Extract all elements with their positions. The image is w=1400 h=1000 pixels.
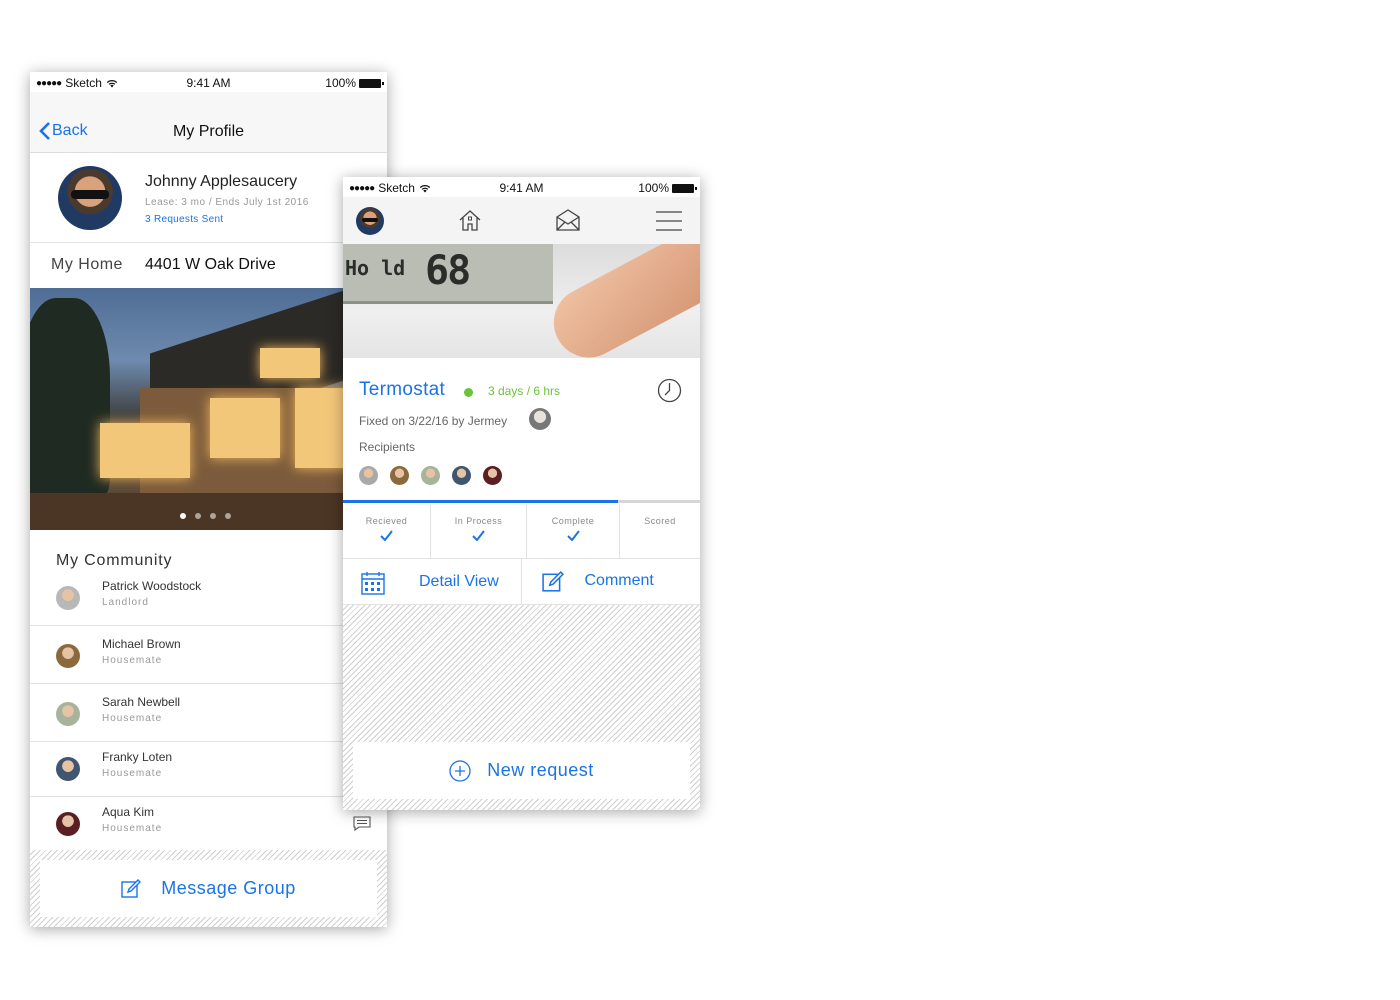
- member-name: Sarah Newbell: [102, 695, 181, 709]
- page-title: My Profile: [172, 123, 245, 140]
- request-card: Termostat 3 days / 6 hrs Fixed on 3/22/1…: [343, 358, 700, 503]
- status-dot: [464, 388, 473, 397]
- member-name: Franky Loten: [102, 750, 173, 764]
- member-avatar: [56, 702, 80, 726]
- progress-fill: [343, 500, 618, 503]
- member-avatar: [56, 586, 80, 610]
- detail-view-button[interactable]: Detail View: [343, 559, 522, 604]
- home-label: My Home: [51, 256, 123, 273]
- new-request-button[interactable]: New request: [353, 742, 690, 799]
- message-group-area: Message Group: [30, 850, 387, 927]
- community-member-row[interactable]: Franky Loten Housemate: [30, 741, 387, 797]
- detail-view-label: Detail View: [419, 573, 499, 590]
- carousel-dot[interactable]: [210, 513, 216, 519]
- house-photo-carousel[interactable]: [30, 288, 387, 530]
- message-group-label: Message Group: [161, 878, 296, 898]
- checkmark-icon: [431, 528, 526, 542]
- compose-icon: [121, 878, 142, 898]
- home-icon[interactable]: [458, 209, 482, 231]
- member-role: Housemate: [102, 823, 163, 834]
- recipients-label: Recipients: [359, 440, 416, 454]
- community-member-row[interactable]: Michael Brown Housemate: [30, 628, 387, 684]
- profile-screen: ●●●●● Sketch 9:41 AM 100% Back My Profil…: [30, 72, 387, 927]
- stage-item: Scored: [620, 505, 700, 558]
- stage-item: Complete: [527, 505, 620, 558]
- recipient-avatar[interactable]: [483, 466, 502, 485]
- new-request-label: New request: [487, 760, 594, 780]
- thermostat-temperature: 68: [425, 248, 471, 294]
- thermostat-photo: Ho ld 68: [343, 244, 700, 358]
- carousel-dot[interactable]: [180, 513, 186, 519]
- comment-button[interactable]: Comment: [522, 559, 701, 604]
- member-avatar: [56, 644, 80, 668]
- checkmark-icon: [527, 528, 619, 542]
- navigation-bar: Back My Profile: [30, 92, 387, 153]
- status-bar: ●●●●● Sketch 9:41 AM 100%: [30, 72, 387, 92]
- stage-tracker: Recieved In Process Complete Scored: [343, 505, 700, 559]
- member-role: Housemate: [102, 655, 163, 666]
- recipient-avatar[interactable]: [421, 466, 440, 485]
- request-screen: ●●●●● Sketch 9:41 AM 100% Ho ld 68 Termo…: [343, 177, 700, 810]
- battery-percent: 100%: [638, 181, 669, 195]
- stage-item: In Process: [431, 505, 527, 558]
- member-name: Patrick Woodstock: [102, 579, 202, 593]
- lease-info: Lease: 3 mo / Ends July 1st 2016: [145, 197, 309, 208]
- member-role: Housemate: [102, 768, 163, 779]
- stage-label: Scored: [644, 516, 676, 526]
- member-role: Housemate: [102, 713, 163, 724]
- community-title: My Community: [56, 552, 173, 569]
- community-member-row[interactable]: Patrick Woodstock Landlord: [30, 570, 387, 626]
- stage-item: Recieved: [343, 505, 431, 558]
- recipient-avatar[interactable]: [452, 466, 471, 485]
- community-member-row[interactable]: Aqua Kim Housemate: [30, 796, 387, 852]
- carousel-dots[interactable]: [180, 513, 231, 519]
- battery-icon: [359, 78, 384, 88]
- requests-sent-link[interactable]: 3 Requests Sent: [145, 214, 223, 225]
- recipient-avatar[interactable]: [359, 466, 378, 485]
- thermostat-hold-text: Ho ld: [345, 256, 406, 280]
- empty-area: New request: [343, 605, 700, 810]
- avatar[interactable]: [356, 207, 384, 235]
- home-row: My Home 4401 W Oak Drive: [30, 243, 387, 288]
- checkmark-icon: [343, 528, 430, 542]
- member-name: Michael Brown: [102, 637, 181, 651]
- elapsed-time: 3 days / 6 hrs: [488, 384, 561, 398]
- user-name: Johnny Applesaucery: [145, 173, 298, 190]
- status-bar: ●●●●● Sketch 9:41 AM 100%: [343, 177, 700, 197]
- menu-icon[interactable]: [656, 211, 682, 231]
- comment-label: Comment: [584, 572, 654, 589]
- fixer-avatar: [529, 408, 551, 430]
- carousel-dot[interactable]: [225, 513, 231, 519]
- member-avatar: [56, 757, 80, 781]
- recipient-avatar[interactable]: [390, 466, 409, 485]
- stage-label: Recieved: [365, 516, 408, 526]
- stage-label: Complete: [551, 516, 595, 526]
- stage-label: In Process: [454, 516, 503, 526]
- message-group-button[interactable]: Message Group: [40, 860, 377, 917]
- request-title[interactable]: Termostat: [359, 379, 445, 401]
- mail-icon[interactable]: [556, 209, 580, 231]
- top-tab-bar: [343, 197, 700, 244]
- avatar[interactable]: [58, 166, 122, 230]
- carousel-dot[interactable]: [195, 513, 201, 519]
- community-member-row[interactable]: Sarah Newbell Housemate: [30, 686, 387, 742]
- chat-icon[interactable]: [353, 816, 371, 831]
- member-role: Landlord: [102, 597, 149, 608]
- member-name: Aqua Kim: [102, 805, 155, 819]
- battery-icon: [672, 183, 697, 193]
- compose-icon: [541, 571, 564, 592]
- calendar-icon: [361, 572, 385, 595]
- action-row: Detail View Comment: [343, 559, 700, 605]
- profile-header: Johnny Applesaucery Lease: 3 mo / Ends J…: [30, 153, 387, 243]
- clock-icon[interactable]: [657, 378, 682, 403]
- progress-bar: [343, 500, 700, 503]
- battery-percent: 100%: [325, 76, 356, 90]
- fixed-info: Fixed on 3/22/16 by Jermey: [359, 414, 508, 428]
- member-avatar: [56, 812, 80, 836]
- home-address: 4401 W Oak Drive: [145, 256, 276, 273]
- plus-circle-icon: [449, 759, 471, 782]
